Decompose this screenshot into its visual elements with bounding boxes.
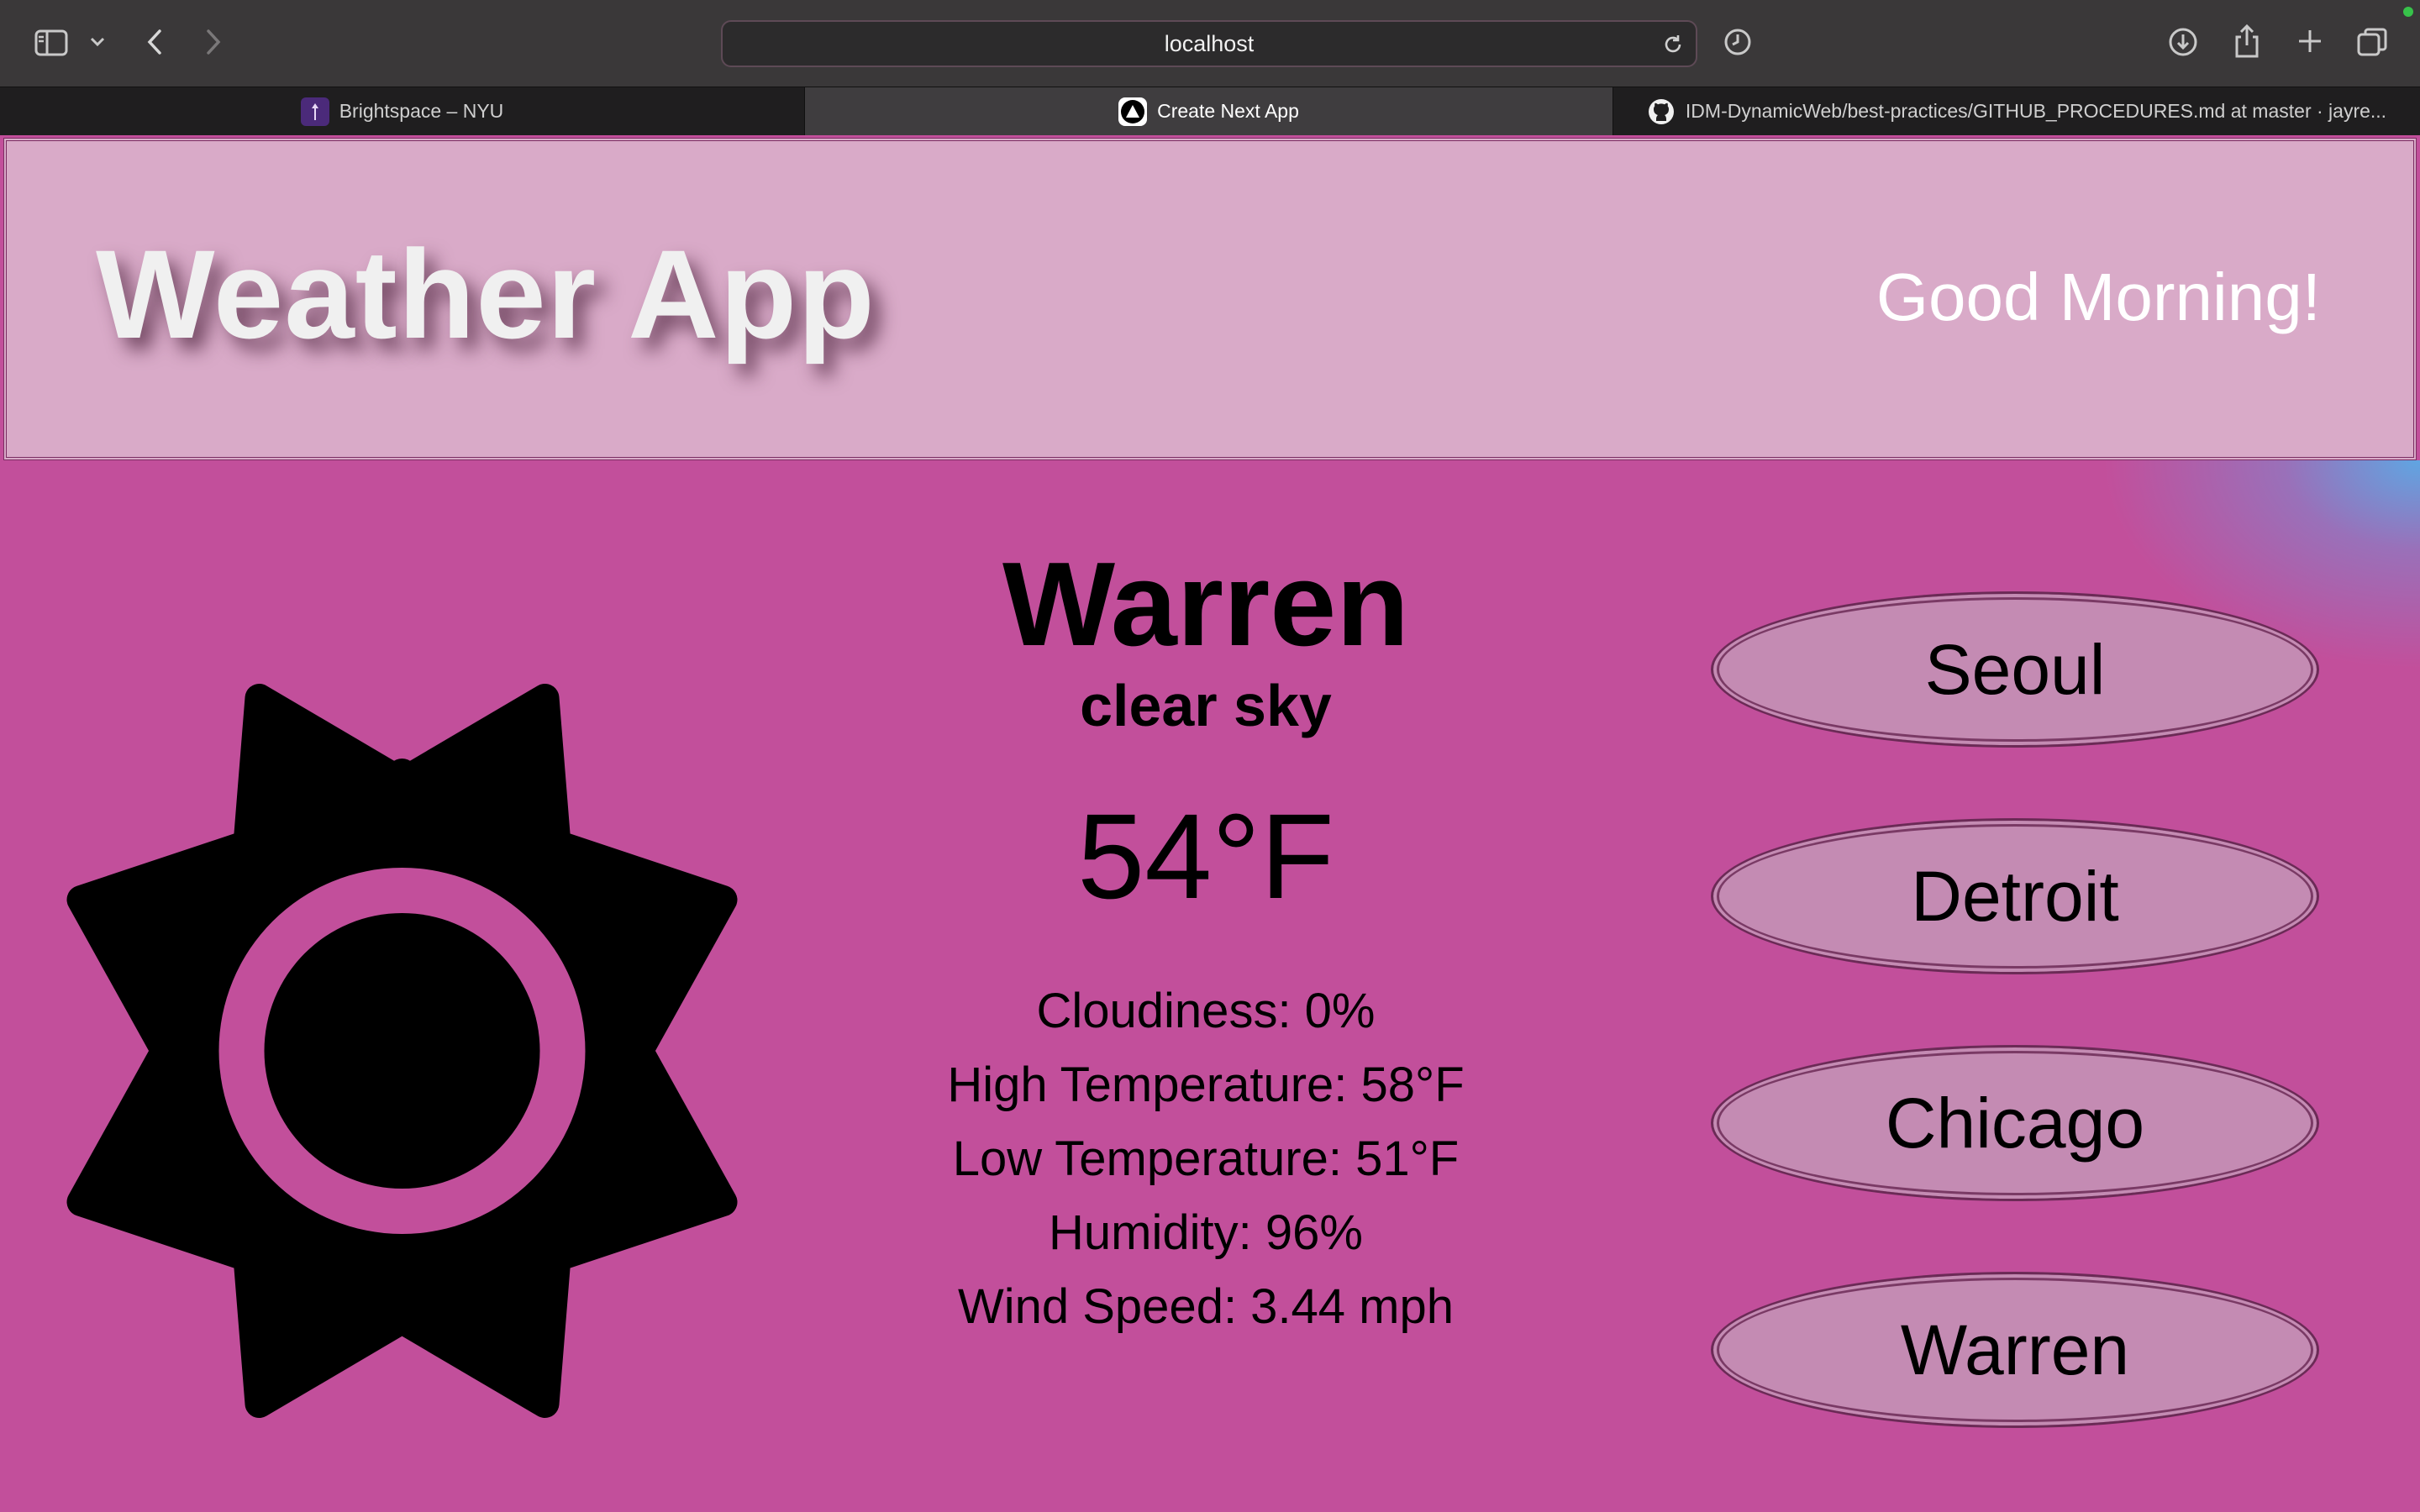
address-bar[interactable]: localhost xyxy=(721,20,1697,67)
tab-overview-icon[interactable] xyxy=(2354,25,2390,59)
app-title: Weather App xyxy=(96,223,876,365)
tab-brightspace[interactable]: Brightspace – NYU xyxy=(0,87,805,135)
url-text: localhost xyxy=(1164,30,1255,56)
download-icon[interactable] xyxy=(2166,25,2200,59)
cloudiness: Cloudiness: 0% xyxy=(1036,984,1376,1038)
tab-create-next-app[interactable]: Create Next App xyxy=(805,87,1613,135)
weather-details: Cloudiness: 0% High Temperature: 58°F Lo… xyxy=(891,974,1521,1344)
new-tab-icon[interactable] xyxy=(2294,25,2326,57)
nextjs-favicon-icon xyxy=(1118,97,1148,126)
github-favicon-icon xyxy=(1647,97,1676,126)
city-button-warren[interactable]: Warren xyxy=(1711,1272,2319,1428)
sun-icon xyxy=(34,682,771,1420)
forward-icon[interactable] xyxy=(200,25,227,59)
back-icon[interactable] xyxy=(141,25,168,59)
browser-toolbar: localhost xyxy=(0,0,2420,87)
tab-github[interactable]: IDM-DynamicWeb/best-practices/GITHUB_PRO… xyxy=(1613,87,2420,135)
city-button-seoul[interactable]: Seoul xyxy=(1711,591,2319,748)
history-icon[interactable] xyxy=(1721,25,1754,59)
greeting-text: Good Morning! xyxy=(1876,260,2321,334)
low-temperature: Low Temperature: 51°F xyxy=(952,1131,1460,1186)
tab-label: Brightspace – NYU xyxy=(339,100,504,122)
app-header: Weather App Good Morning! xyxy=(3,138,2417,460)
recording-indicator xyxy=(2403,7,2413,17)
high-temperature: High Temperature: 58°F xyxy=(947,1058,1465,1112)
tab-label: Create Next App xyxy=(1157,100,1299,122)
wind-speed: Wind Speed: 3.44 mph xyxy=(957,1279,1455,1334)
humidity: Humidity: 96% xyxy=(1049,1205,1363,1260)
reload-icon[interactable] xyxy=(1660,32,1686,57)
chevron-down-icon[interactable] xyxy=(87,32,108,52)
share-icon[interactable] xyxy=(2232,22,2262,60)
tab-bar: Brightspace – NYU Create Next App IDM-Dy… xyxy=(0,87,2420,135)
sidebar-icon[interactable] xyxy=(32,25,71,60)
weather-condition: clear sky xyxy=(1080,673,1332,738)
tab-label: IDM-DynamicWeb/best-practices/GITHUB_PRO… xyxy=(1685,100,2387,122)
city-button-detroit[interactable]: Detroit xyxy=(1711,818,2319,974)
current-temperature: 54°F xyxy=(1077,789,1334,924)
city-button-chicago[interactable]: Chicago xyxy=(1711,1045,2319,1201)
weather-summary: Warren clear sky 54°F Cloudiness: 0% Hig… xyxy=(891,538,1521,1344)
brightspace-favicon-icon xyxy=(300,97,329,126)
city-name: Warren xyxy=(1002,538,1409,671)
